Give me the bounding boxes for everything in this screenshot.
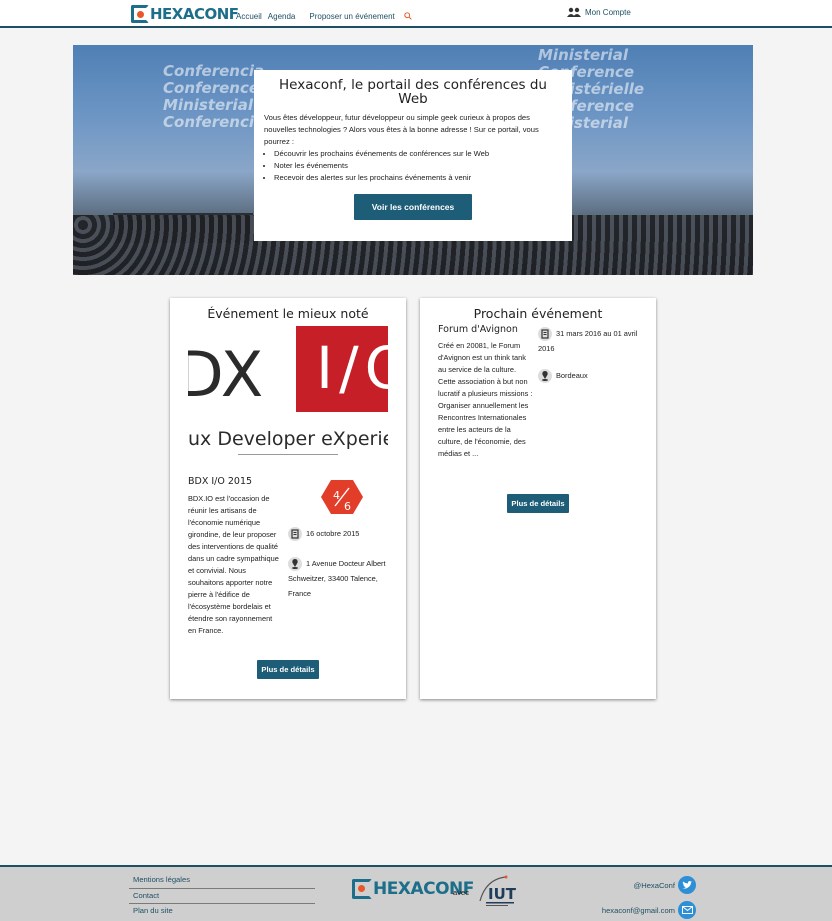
best-rated-title: Événement le mieux noté bbox=[207, 306, 369, 321]
location-pin-icon bbox=[538, 369, 552, 384]
feature-item: Noter les événements bbox=[274, 160, 562, 172]
footer-links: Mentions légales Contact Plan du site bbox=[129, 873, 315, 920]
site-logo[interactable]: HEXACONF bbox=[131, 5, 239, 23]
feature-list: Découvrir les prochains événements de co… bbox=[274, 148, 562, 184]
svg-text:IUT: IUT bbox=[488, 885, 517, 903]
see-conferences-button[interactable]: Voir les conférences bbox=[354, 194, 472, 220]
nav-proposer-evenement[interactable]: Proposer un événement bbox=[309, 12, 394, 21]
logo-text: HEXACONF bbox=[150, 5, 239, 23]
hexaconf-logo-icon bbox=[352, 879, 372, 899]
hero-section: Conferencia Conference Ministerial Confe… bbox=[73, 45, 753, 275]
event-name[interactable]: BDX I/O 2015 bbox=[188, 476, 252, 487]
next-event-card: Prochain événement Forum d'Avignon Créé … bbox=[420, 298, 656, 699]
footer-link-sitemap[interactable]: Plan du site bbox=[129, 904, 315, 920]
footer-with-label: avec bbox=[453, 888, 470, 897]
top-navbar: HEXACONF Accueil Agenda Proposer un évén… bbox=[0, 0, 832, 28]
search-icon[interactable] bbox=[404, 12, 412, 20]
feature-item: Découvrir les prochains événements de co… bbox=[274, 148, 562, 160]
footer-email[interactable]: hexaconf@gmail.com bbox=[602, 901, 696, 919]
hero-title: Hexaconf, le portail des conférences du … bbox=[279, 77, 547, 107]
account-label: Mon Compte bbox=[585, 7, 631, 17]
calendar-icon bbox=[288, 527, 302, 542]
svg-text:6: 6 bbox=[344, 500, 351, 513]
next-event-title: Prochain événement bbox=[473, 306, 603, 321]
footer-twitter[interactable]: @HexaConf bbox=[634, 876, 696, 894]
best-rated-event-card: Événement le mieux noté DX I/O ux Develo… bbox=[170, 298, 406, 699]
intro-card: Hexaconf, le portail des conférences du … bbox=[254, 70, 572, 241]
event-name[interactable]: Forum d'Avignon bbox=[438, 324, 518, 335]
svg-text:4: 4 bbox=[333, 489, 340, 502]
event-description: Créé en 20081, le Forum d'Avignon est un… bbox=[438, 341, 533, 458]
hero-intro-text: Vous êtes développeur, futur développeur… bbox=[264, 113, 539, 146]
footer-link-contact[interactable]: Contact bbox=[129, 889, 315, 904]
best-rated-details-button[interactable]: Plus de détails bbox=[257, 660, 319, 679]
account-menu[interactable]: Mon Compte bbox=[567, 7, 631, 17]
mail-icon bbox=[678, 901, 696, 919]
event-description: BDX.IO est l'occasion de réunir les arti… bbox=[188, 494, 279, 635]
iut-logo-icon: IUT bbox=[479, 875, 517, 906]
footer-link-mentions[interactable]: Mentions légales bbox=[129, 873, 315, 889]
event-location: Bordeaux bbox=[538, 368, 646, 384]
calendar-icon bbox=[538, 327, 552, 342]
event-date: 31 mars 2016 au 01 avril 2016 bbox=[538, 327, 638, 354]
nav-agenda[interactable]: Agenda bbox=[268, 12, 296, 21]
nav-accueil[interactable]: Accueil bbox=[236, 12, 262, 21]
hero-background-banner-left: Conferencia Conference Ministerial Confe… bbox=[163, 62, 265, 131]
footer: Mentions légales Contact Plan du site HE… bbox=[0, 865, 832, 921]
twitter-icon bbox=[678, 876, 696, 894]
feature-item: Recevoir des alertes sur les prochains é… bbox=[274, 172, 562, 184]
hexaconf-logo-icon bbox=[131, 5, 149, 23]
location-pin-icon bbox=[288, 557, 302, 572]
account-icon bbox=[567, 7, 581, 17]
bdx-io-logo[interactable]: DX I/O ux Developer eXperience bbox=[188, 326, 388, 460]
rating-badge: 4 6 bbox=[321, 480, 363, 514]
event-location: 1 Avenue Docteur Albert Schweitzer, 3340… bbox=[288, 557, 386, 599]
next-event-details-button[interactable]: Plus de détails bbox=[507, 494, 569, 513]
main-nav: Accueil Agenda Proposer un événement bbox=[236, 12, 395, 21]
event-date: 16 octobre 2015 bbox=[288, 526, 398, 542]
